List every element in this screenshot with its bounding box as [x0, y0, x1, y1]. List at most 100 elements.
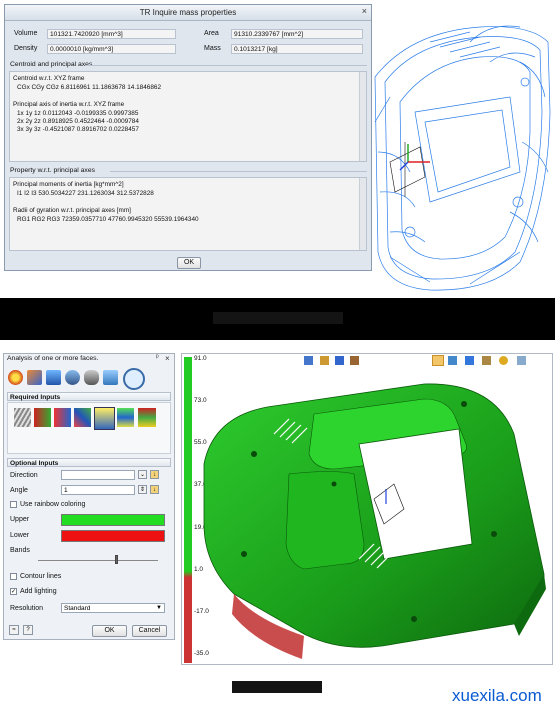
- mass-label: Mass: [204, 45, 221, 52]
- rainbow-label: Use rainbow coloring: [20, 501, 86, 508]
- gear-analysis-icon[interactable]: [8, 370, 23, 385]
- magnifier-icon[interactable]: [123, 368, 145, 390]
- wireframe-icon[interactable]: [448, 356, 457, 365]
- volume-label: Volume: [14, 30, 38, 37]
- close-icon[interactable]: ×: [165, 354, 170, 363]
- watermark: xuexila.com: [452, 686, 542, 705]
- text-line: RG1 RG2 RG3 72359.0357710 47760.9945320 …: [17, 216, 199, 223]
- shaded-part: [203, 383, 546, 659]
- scrollbar[interactable]: [359, 72, 366, 161]
- scrollbar[interactable]: [359, 178, 366, 250]
- direction-flip-icon[interactable]: ↓: [150, 470, 159, 479]
- density-label: Density: [14, 45, 38, 52]
- lights-icon[interactable]: [499, 356, 508, 365]
- view-toolbar: [300, 355, 550, 368]
- text-line: Centroid w.r.t. XYZ frame: [13, 75, 85, 82]
- cad-top-viewport[interactable]: [370, 2, 555, 298]
- contour-label: Contour lines: [20, 573, 62, 580]
- shaded-icon[interactable]: [432, 355, 444, 366]
- angle-input[interactable]: 1: [61, 485, 135, 495]
- centroid-text-area[interactable]: Centroid w.r.t. XYZ frame CGx CGy CGz 6.…: [9, 71, 367, 162]
- cad-viewport[interactable]: 91.0 73.0 55.0 37.0 19.0 1.0 -17.0 -35.0: [181, 353, 553, 665]
- layers-icon[interactable]: [138, 408, 156, 427]
- text-line: 3x 3y 3z -0.4521087 0.8916702 0.0228457: [17, 126, 139, 133]
- angle-pick-icon[interactable]: ↓: [150, 485, 159, 494]
- collapse-icon[interactable]: ≈: [9, 625, 19, 635]
- pin-icon[interactable]: ᵖ: [156, 354, 159, 361]
- color-map-icon[interactable]: [94, 407, 115, 430]
- edges-icon[interactable]: [14, 408, 31, 427]
- help-icon[interactable]: ?: [23, 625, 33, 635]
- resolution-label: Resolution: [10, 605, 44, 612]
- ok-button[interactable]: OK: [177, 257, 201, 269]
- lighting-label: Add lighting: [20, 588, 57, 595]
- curvature-icon[interactable]: [65, 370, 80, 385]
- gradient-icon[interactable]: [117, 408, 134, 427]
- contour-checkbox[interactable]: [10, 573, 17, 580]
- caption-text-block: [213, 312, 343, 324]
- density-field: 0.0000010 [kg/mm^3]: [47, 44, 176, 54]
- multi-face-icon[interactable]: [74, 408, 91, 427]
- lower-label: Lower: [10, 532, 30, 539]
- thickness-icon[interactable]: [46, 370, 61, 385]
- rotate-icon[interactable]: [335, 356, 344, 365]
- caption-text-block: [232, 681, 322, 693]
- close-icon[interactable]: ×: [362, 6, 367, 16]
- wireframe-model: [374, 25, 551, 291]
- ok-button[interactable]: OK: [92, 625, 127, 637]
- analysis-toolbar: [8, 368, 168, 390]
- optional-inputs-header: Optional Inputs: [7, 458, 171, 467]
- draft-icon[interactable]: [27, 370, 42, 385]
- cancel-button[interactable]: Cancel: [132, 625, 167, 637]
- face-pair-icon[interactable]: [54, 408, 71, 427]
- text-line: 1x 1y 1z 0.0112043 -0.0199335 0.9997385: [17, 110, 139, 117]
- resolution-value: Standard: [64, 605, 91, 612]
- upper-label: Upper: [10, 516, 30, 523]
- text-line: CGx CGy CGz 6.8116961 11.1863678 14.1846…: [17, 84, 162, 91]
- required-inputs-header: Required Inputs: [7, 392, 171, 401]
- view-cube-icon[interactable]: [465, 356, 474, 365]
- centroid-group-title: Centroid and principal axes: [10, 61, 93, 68]
- area-label: Area: [204, 30, 219, 37]
- bands-label: Bands: [10, 547, 30, 554]
- color-scale-bar: [184, 357, 192, 663]
- required-inputs-pane: [7, 402, 171, 454]
- area-field: 91310.2339767 [mm^2]: [231, 29, 363, 39]
- upper-color-swatch[interactable]: [61, 514, 165, 526]
- direction-pick-icon[interactable]: ⌄: [138, 470, 147, 479]
- display-icon[interactable]: [482, 356, 491, 365]
- direction-input[interactable]: [61, 470, 135, 480]
- analysis-panel: Analysis of one or more faces. ᵖ × Requi…: [3, 353, 175, 640]
- text-line: Radii of gyration w.r.t. principal axes …: [13, 207, 131, 214]
- caption-bar: [0, 298, 555, 340]
- mass-field: 0.1013217 [kg]: [231, 44, 363, 54]
- shade-icon[interactable]: [103, 370, 118, 385]
- direction-label: Direction: [10, 472, 38, 479]
- dialog-title: TR Inquire mass properties: [5, 5, 371, 21]
- chevron-down-icon: ▼: [156, 605, 162, 611]
- settings-icon[interactable]: [517, 356, 526, 365]
- text-line: 2x 2y 2z 0.8918925 0.4522464 -0.0009784: [17, 118, 139, 125]
- property-group-title: Property w.r.t. principal axes: [10, 167, 95, 174]
- glasses-icon[interactable]: [84, 370, 99, 385]
- angle-spin-icon[interactable]: ⇕: [138, 485, 147, 494]
- angle-label: Angle: [10, 487, 28, 494]
- scale-label: 91.0: [194, 355, 207, 362]
- bands-slider-thumb[interactable]: [115, 555, 118, 564]
- mass-properties-dialog: TR Inquire mass properties × Volume 1013…: [4, 4, 372, 271]
- panel-title: Analysis of one or more faces.: [7, 355, 99, 362]
- volume-field: 101321.7420920 [mm^3]: [47, 29, 176, 39]
- rainbow-checkbox[interactable]: [10, 501, 17, 508]
- split-face-icon[interactable]: [34, 408, 51, 427]
- bands-slider-track[interactable]: [38, 560, 158, 561]
- text-line: Principal moments of inertia [kg*mm^2]: [13, 181, 124, 188]
- pan-icon[interactable]: [320, 356, 329, 365]
- zoom-icon[interactable]: [304, 356, 313, 365]
- lighting-checkbox[interactable]: ✓: [10, 588, 17, 595]
- resolution-select[interactable]: Standard ▼: [61, 603, 165, 613]
- lower-color-swatch[interactable]: [61, 530, 165, 542]
- fit-icon[interactable]: [350, 356, 359, 365]
- property-text-area[interactable]: Principal moments of inertia [kg*mm^2] I…: [9, 177, 367, 251]
- text-line: I1 I2 I3 530.5034227 231.1263034 312.537…: [17, 190, 154, 197]
- text-line: Principal axis of inertia w.r.t. XYZ fra…: [13, 101, 125, 108]
